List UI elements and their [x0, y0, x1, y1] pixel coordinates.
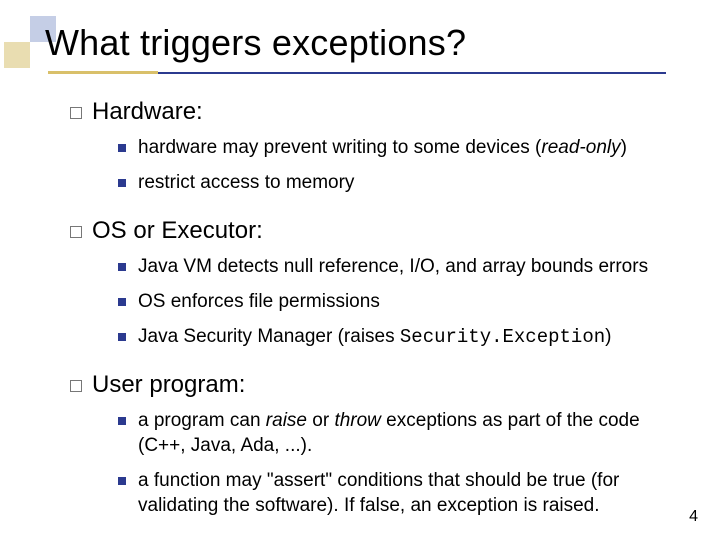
list-text: a function may "assert" conditions that … [138, 469, 680, 518]
list-item: Java VM detects null reference, I/O, and… [118, 255, 680, 280]
bullet-dot-icon [118, 333, 126, 341]
bullet-dot-icon [118, 417, 126, 425]
section-os: OS or Executor: [70, 217, 680, 245]
title-wrap: What triggers exceptions? [45, 22, 690, 64]
bullet-dot-icon [118, 298, 126, 306]
list-text: OS enforces file permissions [138, 290, 380, 315]
section-hardware: Hardware: [70, 98, 680, 126]
list-item: a function may "assert" conditions that … [118, 469, 680, 518]
section-heading: User program: [92, 371, 245, 399]
section-user: User program: [70, 371, 680, 399]
slide-title: What triggers exceptions? [45, 22, 690, 64]
content: Hardware: hardware may prevent writing t… [70, 94, 680, 520]
bullet-dot-icon [118, 263, 126, 271]
list-text: Java VM detects null reference, I/O, and… [138, 255, 648, 280]
title-underline [48, 72, 666, 74]
bullet-dot-icon [118, 179, 126, 187]
list-text: a program can raise or throw exceptions … [138, 409, 680, 458]
list-item: restrict access to memory [118, 171, 680, 196]
bullet-dot-icon [118, 477, 126, 485]
bullet-dot-icon [118, 144, 126, 152]
section-heading: Hardware: [92, 98, 203, 126]
bullet-square-icon [70, 226, 82, 238]
section-heading: OS or Executor: [92, 217, 263, 245]
list-item: hardware may prevent writing to some dev… [118, 136, 680, 161]
list-item: a program can raise or throw exceptions … [118, 409, 680, 458]
bullet-square-icon [70, 107, 82, 119]
bullet-square-icon [70, 380, 82, 392]
list-item: OS enforces file permissions [118, 290, 680, 315]
slide: What triggers exceptions? Hardware: hard… [0, 0, 720, 540]
list-item: Java Security Manager (raises Security.E… [118, 325, 680, 350]
list-text: Java Security Manager (raises Security.E… [138, 325, 611, 350]
list-text: restrict access to memory [138, 171, 354, 196]
list-text: hardware may prevent writing to some dev… [138, 136, 627, 161]
page-number: 4 [689, 508, 698, 526]
